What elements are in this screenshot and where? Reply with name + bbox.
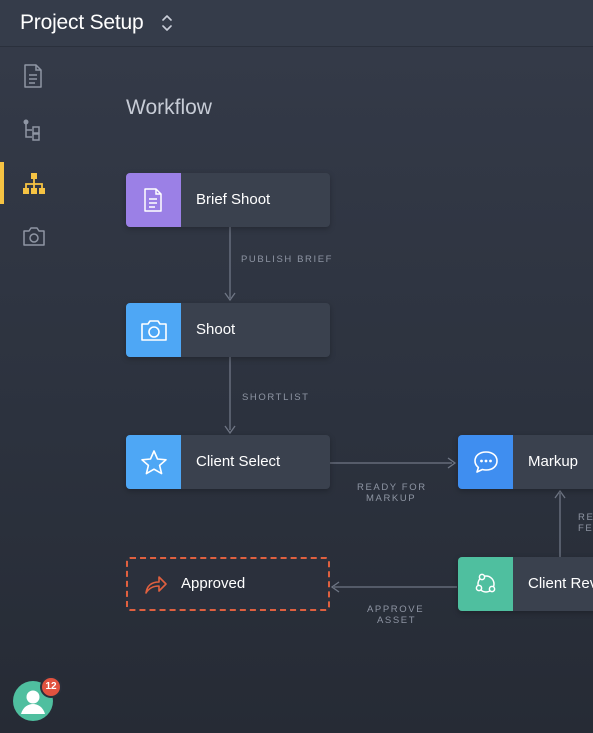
node-label: Approved [181, 575, 246, 592]
document-icon [144, 188, 162, 212]
star-icon [141, 450, 167, 475]
edge-label-markup: MARKUP [366, 493, 417, 504]
edge-label-asset: ASSET [377, 615, 417, 626]
node-label: Client Select [196, 453, 281, 470]
camera-icon [141, 320, 167, 341]
workflow-node-client-review[interactable]: Client Rev [458, 557, 593, 611]
workflow-node-markup[interactable]: Markup [458, 435, 593, 489]
workflow-node-shoot[interactable]: Shoot [126, 303, 330, 357]
node-icon-box [126, 173, 181, 227]
node-label: Client Rev [528, 575, 593, 592]
share-nodes-icon [475, 573, 496, 593]
workflow-node-client-select[interactable]: Client Select [126, 435, 330, 489]
edge-label-partial: FE [578, 523, 593, 534]
chat-bubble-icon [474, 451, 498, 473]
node-icon-box [126, 303, 181, 357]
node-label: Brief Shoot [196, 191, 271, 208]
edge-label-publish-brief: PUBLISH BRIEF [241, 254, 334, 265]
node-label: Shoot [196, 321, 236, 338]
node-icon-box [458, 557, 513, 611]
workflow-connectors [224, 227, 566, 593]
edge-label-shortlist: SHORTLIST [242, 392, 310, 403]
share-arrow-icon [145, 576, 167, 594]
workflow-node-approved[interactable]: Approved [126, 557, 330, 611]
workflow-node-brief-shoot[interactable]: Brief Shoot [126, 173, 330, 227]
node-icon-box [458, 435, 513, 489]
node-label: Markup [528, 453, 579, 470]
node-icon-box [126, 435, 181, 489]
